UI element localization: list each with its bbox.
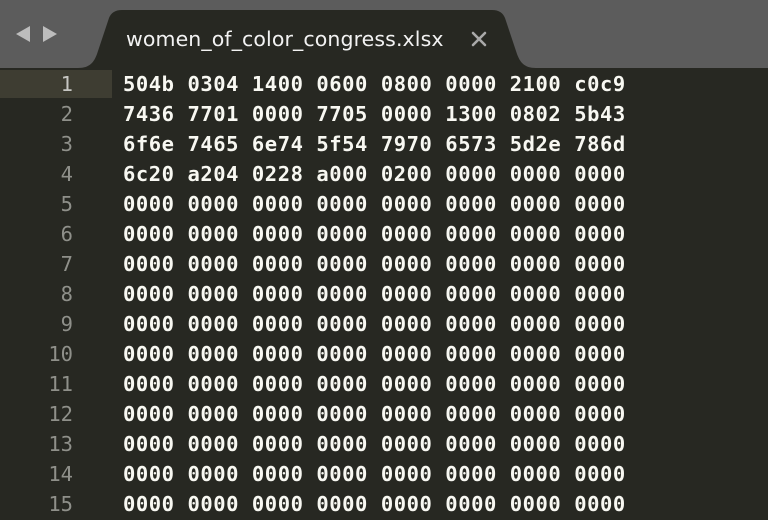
forward-arrow-icon[interactable] xyxy=(41,24,59,44)
line-number: 3 xyxy=(60,132,73,156)
editor-line: 8 0000 0000 0000 0000 0000 0000 0000 000… xyxy=(0,280,768,310)
editor-area[interactable]: 1 504b 0304 1400 0600 0800 0000 2100 c0c… xyxy=(0,68,768,520)
editor-line: 9 0000 0000 0000 0000 0000 0000 0000 000… xyxy=(0,310,768,340)
line-text: 7436 7701 0000 7705 0000 1300 0802 5b43 xyxy=(123,102,626,126)
editor-line: 10 0000 0000 0000 0000 0000 0000 0000 00… xyxy=(0,340,768,370)
line-number: 4 xyxy=(60,162,73,186)
line-number: 2 xyxy=(60,102,73,126)
tab-bar: women_of_color_congress.xlsx xyxy=(0,0,768,68)
editor-line: 7 0000 0000 0000 0000 0000 0000 0000 000… xyxy=(0,250,768,280)
editor-line: 14 0000 0000 0000 0000 0000 0000 0000 00… xyxy=(0,460,768,490)
editor-line: 11 0000 0000 0000 0000 0000 0000 0000 00… xyxy=(0,370,768,400)
close-icon[interactable] xyxy=(470,30,488,48)
line-number: 1 xyxy=(60,72,73,96)
back-arrow-icon[interactable] xyxy=(14,24,32,44)
line-number: 10 xyxy=(48,342,73,366)
line-number: 8 xyxy=(60,282,73,306)
line-text: 0000 0000 0000 0000 0000 0000 0000 0000 xyxy=(123,492,626,516)
line-number: 9 xyxy=(60,312,73,336)
editor-line: 4 6c20 a204 0228 a000 0200 0000 0000 000… xyxy=(0,160,768,190)
line-number: 14 xyxy=(48,462,73,486)
editor-line: 13 0000 0000 0000 0000 0000 0000 0000 00… xyxy=(0,430,768,460)
line-text: 0000 0000 0000 0000 0000 0000 0000 0000 xyxy=(123,432,626,456)
line-number: 11 xyxy=(48,372,73,396)
editor-line: 5 0000 0000 0000 0000 0000 0000 0000 000… xyxy=(0,190,768,220)
tab-active-file[interactable]: women_of_color_congress.xlsx xyxy=(78,10,536,68)
line-number: 13 xyxy=(48,432,73,456)
line-text: 0000 0000 0000 0000 0000 0000 0000 0000 xyxy=(123,192,626,216)
line-text: 6f6e 7465 6e74 5f54 7970 6573 5d2e 786d xyxy=(123,132,626,156)
editor-line: 3 6f6e 7465 6e74 5f54 7970 6573 5d2e 786… xyxy=(0,130,768,160)
line-text: 0000 0000 0000 0000 0000 0000 0000 0000 xyxy=(123,282,626,306)
tab-title: women_of_color_congress.xlsx xyxy=(126,27,444,51)
editor-line: 2 7436 7701 0000 7705 0000 1300 0802 5b4… xyxy=(0,100,768,130)
editor-line: 12 0000 0000 0000 0000 0000 0000 0000 00… xyxy=(0,400,768,430)
line-text: 0000 0000 0000 0000 0000 0000 0000 0000 xyxy=(123,342,626,366)
line-text: 6c20 a204 0228 a000 0200 0000 0000 0000 xyxy=(123,162,626,186)
line-number: 12 xyxy=(48,402,73,426)
line-number: 5 xyxy=(60,192,73,216)
line-text: 0000 0000 0000 0000 0000 0000 0000 0000 xyxy=(123,372,626,396)
editor-line: 6 0000 0000 0000 0000 0000 0000 0000 000… xyxy=(0,220,768,250)
line-text: 0000 0000 0000 0000 0000 0000 0000 0000 xyxy=(123,222,626,246)
editor-line: 1 504b 0304 1400 0600 0800 0000 2100 c0c… xyxy=(0,70,768,100)
editor-line: 15 0000 0000 0000 0000 0000 0000 0000 00… xyxy=(0,490,768,520)
line-text: 0000 0000 0000 0000 0000 0000 0000 0000 xyxy=(123,462,626,486)
line-number: 7 xyxy=(60,252,73,276)
line-number: 6 xyxy=(60,222,73,246)
line-text: 504b 0304 1400 0600 0800 0000 2100 c0c9 xyxy=(123,72,626,96)
line-number: 15 xyxy=(48,492,73,516)
line-text: 0000 0000 0000 0000 0000 0000 0000 0000 xyxy=(123,312,626,336)
line-text: 0000 0000 0000 0000 0000 0000 0000 0000 xyxy=(123,402,626,426)
line-text: 0000 0000 0000 0000 0000 0000 0000 0000 xyxy=(123,252,626,276)
